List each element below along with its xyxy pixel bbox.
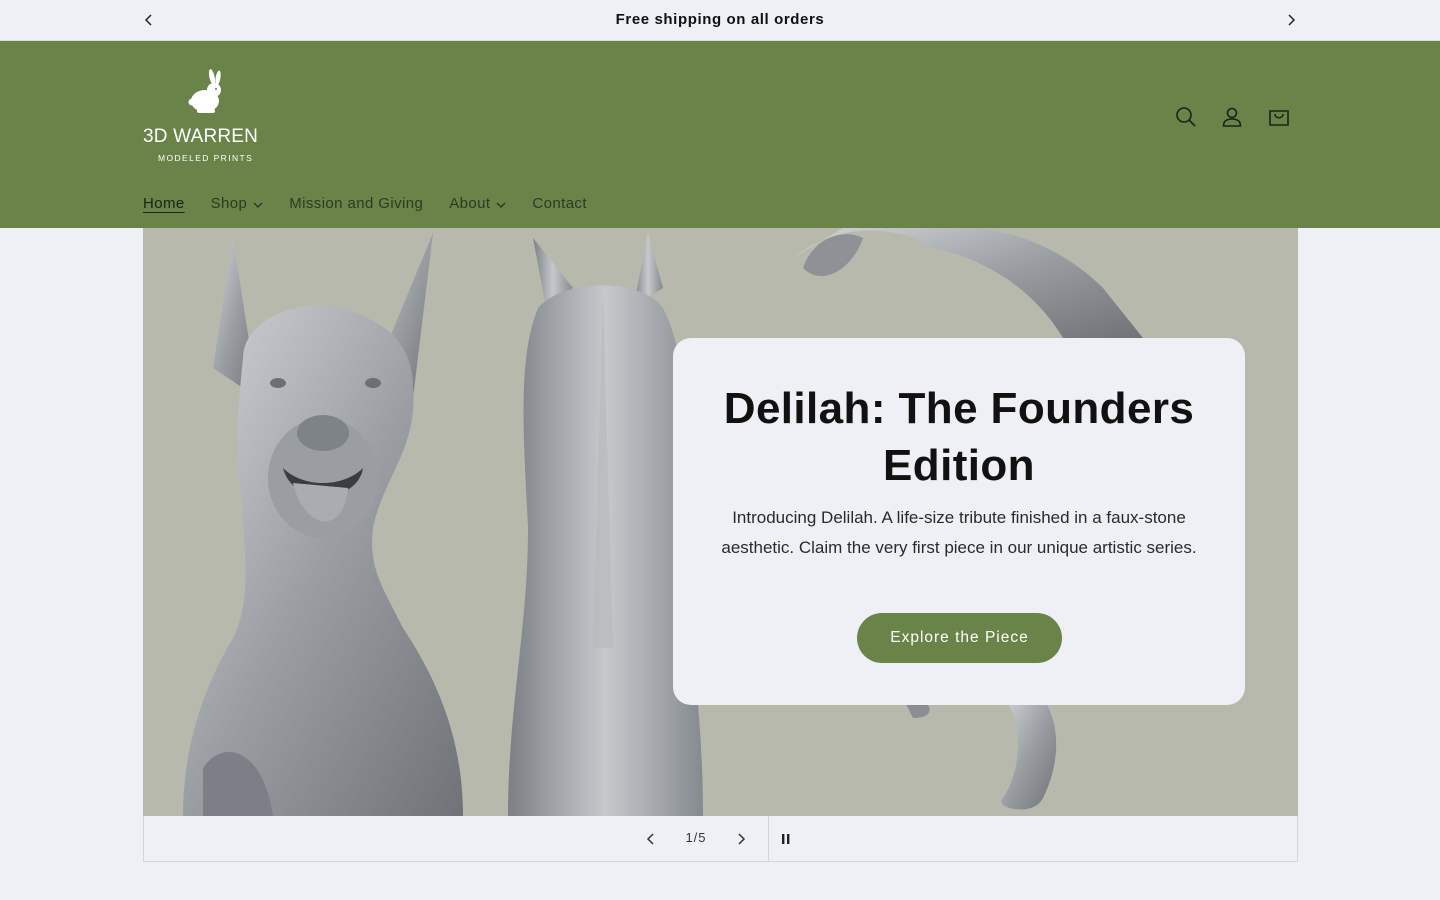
nav-item-label: Mission and Giving	[289, 195, 424, 212]
chevron-down-icon	[253, 202, 263, 208]
slideshow-controls: 1/5	[143, 816, 1298, 862]
chevron-right-icon	[1288, 14, 1296, 26]
hero-title: Delilah: The Founders Edition	[723, 384, 1195, 490]
nav-item-about[interactable]: About	[449, 195, 506, 212]
chevron-right-icon	[738, 833, 746, 845]
site-logo[interactable]: 3D WARREN MODELED PRINTS	[143, 69, 269, 165]
hero-slide: Delilah: The Founders Edition Introducin…	[143, 228, 1298, 816]
logo-tagline: MODELED PRINTS	[158, 153, 254, 163]
main-nav: Home Shop Mission and Giving About Conta…	[143, 195, 613, 212]
hero-description: Introducing Delilah. A life-size tribute…	[721, 508, 1197, 557]
announcement-text: Free shipping on all orders	[615, 11, 825, 28]
announcement-next-button[interactable]	[1280, 9, 1302, 31]
nav-item-label: About	[449, 195, 491, 212]
explore-the-piece-button[interactable]: Explore the Piece	[857, 613, 1062, 663]
rabbit-icon	[188, 69, 221, 113]
search-icon	[1176, 107, 1196, 127]
site-header: 3D WARREN MODELED PRINTS Home Shop Missi…	[0, 41, 1440, 228]
cart-icon	[1269, 110, 1289, 126]
announcement-bar: Free shipping on all orders	[0, 0, 1440, 41]
slide-counter: 1/5	[685, 830, 707, 845]
slide-pause-button[interactable]	[774, 827, 798, 851]
nav-item-home[interactable]: Home	[143, 195, 185, 212]
nav-item-label: Shop	[210, 195, 248, 212]
account-button[interactable]	[1218, 103, 1246, 131]
slide-prev-button[interactable]	[639, 827, 663, 851]
nav-item-shop[interactable]: Shop	[211, 195, 264, 212]
slide-next-button[interactable]	[729, 827, 753, 851]
nav-item-contact[interactable]: Contact	[532, 195, 587, 212]
nav-item-label: Home	[143, 195, 185, 212]
controls-divider	[768, 816, 769, 862]
nav-item-label: Contact	[532, 195, 587, 212]
cart-button[interactable]	[1265, 103, 1293, 131]
nav-item-mission-and-giving[interactable]: Mission and Giving	[289, 195, 423, 212]
chevron-left-icon	[646, 833, 654, 845]
logo-name: 3D WARREN	[143, 126, 259, 147]
chevron-down-icon	[496, 202, 506, 208]
pause-icon	[782, 834, 790, 844]
account-icon	[1222, 107, 1242, 127]
search-button[interactable]	[1172, 103, 1200, 131]
hero-content-card: Delilah: The Founders Edition Introducin…	[673, 338, 1245, 705]
